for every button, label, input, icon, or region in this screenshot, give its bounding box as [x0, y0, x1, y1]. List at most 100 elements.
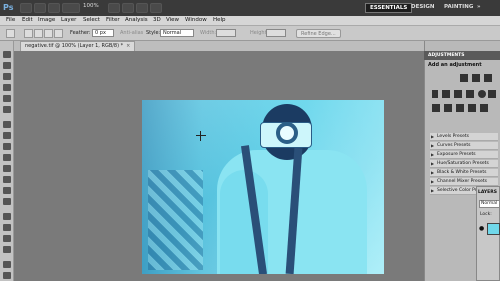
curves-icon: [484, 74, 492, 82]
black-white-icon: [466, 90, 474, 98]
3d-rotate-tool-icon[interactable]: [3, 261, 11, 268]
width-label: Width:: [200, 30, 217, 36]
eyedropper-tool-icon[interactable]: [3, 106, 11, 113]
selective-color-icon: [480, 104, 488, 112]
preset-black-white[interactable]: Black & White Presets: [430, 169, 498, 177]
lock-label: Lock:: [480, 212, 492, 217]
menu-window[interactable]: Window: [185, 17, 207, 23]
layers-panel-tab[interactable]: LAYERS: [478, 190, 497, 195]
preset-channel-mixer[interactable]: Channel Mixer Presets: [430, 178, 498, 186]
document-tab[interactable]: negative.tif @ 100% (Layer 1, RGB/8) * ×: [20, 41, 136, 51]
menu-analysis[interactable]: Analysis: [125, 17, 148, 23]
menu-select[interactable]: Select: [83, 17, 100, 23]
history-brush-tool-icon[interactable]: [3, 154, 11, 161]
refine-edge-button[interactable]: Refine Edge...: [296, 29, 341, 38]
threshold-icon: [456, 104, 464, 112]
quick-selection-tool-icon[interactable]: [3, 84, 11, 91]
feather-label: Feather:: [70, 30, 91, 36]
antialias-checkbox[interactable]: Anti-alias: [120, 30, 143, 36]
workspace-more[interactable]: »: [473, 3, 485, 13]
hand-tool-icon[interactable]: [108, 3, 120, 13]
brightness-contrast-icon: [460, 74, 468, 82]
launch-minibridge-icon[interactable]: [34, 3, 46, 13]
dodge-tool-icon[interactable]: [3, 198, 11, 205]
gradient-map-icon: [468, 104, 476, 112]
lasso-tool-icon[interactable]: [3, 73, 11, 80]
type-tool-icon[interactable]: [3, 224, 11, 231]
menu-bar: File Edit Image Layer Select Filter Anal…: [0, 16, 500, 26]
tools-panel: [0, 41, 14, 281]
eraser-tool-icon[interactable]: [3, 165, 11, 172]
spot-healing-tool-icon[interactable]: [3, 121, 11, 128]
move-tool-icon[interactable]: [3, 51, 11, 58]
subtract-from-selection-icon[interactable]: [44, 29, 53, 38]
preset-hue-saturation[interactable]: Hue/Saturation Presets: [430, 160, 498, 168]
menu-view[interactable]: View: [166, 17, 179, 23]
brush-tool-icon[interactable]: [3, 132, 11, 139]
document-tab-bar: negative.tif @ 100% (Layer 1, RGB/8) * ×: [14, 41, 424, 51]
hand-tool-icon[interactable]: [3, 272, 11, 279]
clone-stamp-tool-icon[interactable]: [3, 143, 11, 150]
arrange-documents-icon[interactable]: [136, 3, 148, 13]
invert-icon: [432, 104, 440, 112]
workspace-painting[interactable]: PAINTING: [440, 3, 477, 13]
path-selection-tool-icon[interactable]: [3, 235, 11, 242]
document-image[interactable]: [142, 100, 384, 274]
add-to-selection-icon[interactable]: [34, 29, 43, 38]
adjustment-icons-grid: [430, 72, 498, 116]
shape-tool-icon[interactable]: [3, 246, 11, 253]
application-bar: Ps 100% ESSENTIALS DESIGN PAINTING »: [0, 0, 500, 16]
eye-visibility-icon[interactable]: ●: [479, 225, 484, 232]
vibrance-icon: [432, 90, 438, 98]
image-posters: [148, 170, 203, 270]
workspace-essentials[interactable]: ESSENTIALS: [365, 3, 413, 13]
crosshair-cursor-icon: [196, 131, 206, 141]
close-tab-icon[interactable]: ×: [126, 43, 130, 49]
menu-filter[interactable]: Filter: [106, 17, 120, 23]
photoshop-logo: Ps: [3, 3, 14, 12]
feather-input[interactable]: 0 px: [92, 29, 114, 37]
preset-levels[interactable]: Levels Presets: [430, 133, 498, 141]
style-label: Style:: [146, 30, 161, 36]
intersect-selection-icon[interactable]: [54, 29, 63, 38]
new-selection-icon[interactable]: [24, 29, 33, 38]
layer-thumbnail[interactable]: [487, 223, 500, 235]
photo-filter-icon: [478, 90, 486, 98]
color-balance-icon: [454, 90, 462, 98]
blend-mode-dropdown[interactable]: Normal: [479, 200, 500, 208]
menu-edit[interactable]: Edit: [22, 17, 33, 23]
menu-layer[interactable]: Layer: [61, 17, 76, 23]
menu-file[interactable]: File: [6, 17, 15, 23]
pen-tool-icon[interactable]: [3, 213, 11, 220]
gradient-tool-icon[interactable]: [3, 176, 11, 183]
menu-image[interactable]: Image: [38, 17, 55, 23]
levels-icon: [472, 74, 480, 82]
marquee-tool-preset-icon[interactable]: [6, 29, 15, 38]
menu-help[interactable]: Help: [213, 17, 226, 23]
rectangular-marquee-tool-icon[interactable]: [3, 62, 11, 69]
preset-curves[interactable]: Curves Presets: [430, 142, 498, 150]
menu-3d[interactable]: 3D: [153, 17, 161, 23]
zoom-tool-icon[interactable]: [122, 3, 134, 13]
channel-mixer-icon: [488, 90, 496, 98]
zoom-level-value: 100%: [83, 3, 99, 9]
add-adjustment-label: Add an adjustment: [428, 62, 482, 68]
height-input[interactable]: [266, 29, 286, 37]
adjustments-panel-tab[interactable]: ADJUSTMENTS: [424, 51, 500, 60]
launch-bridge-icon[interactable]: [20, 3, 32, 13]
style-dropdown[interactable]: Normal: [160, 29, 194, 37]
image-camera-lens: [276, 122, 298, 144]
document-tab-title: negative.tif @ 100% (Layer 1, RGB/8) *: [25, 43, 124, 49]
adjustment-icons-svg: [432, 74, 496, 112]
width-input[interactable]: [216, 29, 236, 37]
hue-saturation-icon: [442, 90, 450, 98]
screen-mode-icon[interactable]: [150, 3, 162, 13]
crop-tool-icon[interactable]: [3, 95, 11, 102]
preset-exposure[interactable]: Exposure Presets: [430, 151, 498, 159]
posterize-icon: [444, 104, 452, 112]
options-bar: Feather: 0 px Anti-alias Style: Normal W…: [0, 26, 500, 41]
view-extras-icon[interactable]: [48, 3, 60, 13]
workspace-design[interactable]: DESIGN: [407, 3, 438, 13]
zoom-level-dropdown[interactable]: [62, 3, 80, 13]
blur-tool-icon[interactable]: [3, 187, 11, 194]
